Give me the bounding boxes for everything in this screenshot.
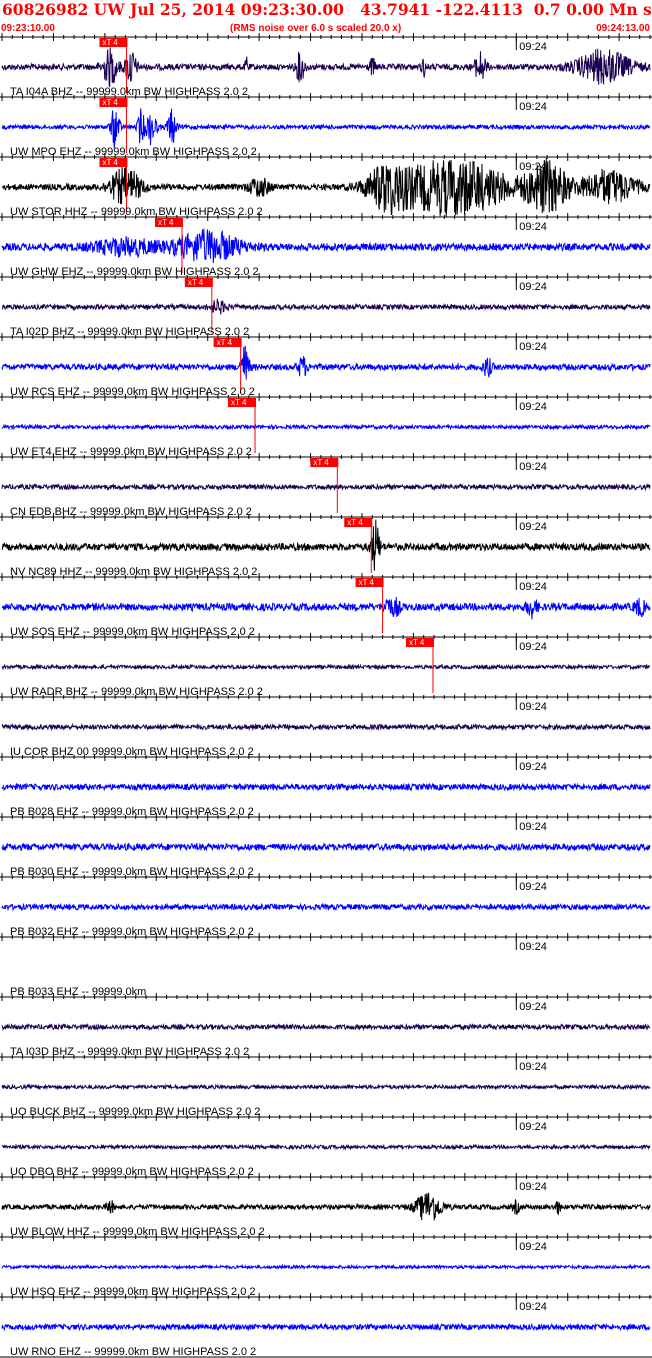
station-label: CN EDB BHZ -- 99999.0km BW HIGHPASS 2.0 … (10, 506, 252, 518)
trace-1: 09:24 xT 4 UW MPO EHZ -- 99999.0km BW HIGH… (0, 93, 652, 158)
trace-14: 09:24 PB B032 EHZ -- 99999.0km BW HIGHPAS… (0, 873, 652, 938)
trace-9: 09:24xT 4UW SOS EHZ -- 99999.0km BW HIGH… (0, 573, 652, 638)
minute-marker-label: 09:24 (519, 821, 547, 833)
station-label: UW STOR HHZ -- 99999.0km BW HIGHPASS 2.0… (10, 206, 263, 218)
trace-18: 09:24 UO DBO BHZ -- 99999.0km BW HIGHPASS… (0, 1113, 652, 1178)
waveform (1, 345, 651, 380)
minute-marker-label: 09:24 (519, 521, 547, 533)
minute-marker-label: 09:24 (519, 1121, 547, 1133)
trace-21: 09:24 UW RNO EHZ -- 99999.0km BW HIGHPASS… (0, 1293, 652, 1358)
waveform (1, 482, 651, 492)
minute-marker-label: 09:24 (519, 641, 547, 653)
minute-marker-label: 09:24 (519, 101, 547, 113)
minute-marker-label: 09:24 (519, 941, 547, 953)
station-label: UW RNO EHZ -- 99999.0km BW HIGHPASS 2.0 … (10, 1346, 256, 1358)
waveform (1, 841, 651, 853)
trace-5: 09:24xT 4UW RCS EHZ -- 99999.0km BW HIGH… (0, 333, 652, 398)
station-label: IU COR BHZ 00 99999.0km BW HIGHPASS 2.0 … (10, 746, 254, 758)
minute-marker-label: 09:24 (519, 281, 547, 293)
station-label: PB B028 EHZ -- 99999.0km BW HIGHPASS 2.0… (10, 806, 254, 818)
station-label: UW HSO EHZ -- 99999.0km BW HIGHPASS 2.0 … (10, 1286, 256, 1298)
station-label: TA I04A BHZ -- 99999.0km BW HIGHPASS 2.0… (10, 86, 248, 98)
waveform (1, 596, 651, 620)
minute-marker-label: 09:24 (519, 221, 547, 233)
trace-0: 09:24 xT 4 TA I04A BHZ -- 99999.0km BW HIG… (0, 33, 652, 98)
station-label: TA I03D BHZ -- 99999.0km BW HIGHPASS 2.0… (10, 1046, 249, 1058)
trace-15: 09:24PB B033 EHZ -- 99999.0km (0, 933, 652, 998)
minute-marker-label: 09:24 (519, 761, 547, 773)
station-label: UW GHW EHZ -- 99999.0km BW HIGHPASS 2.0 … (10, 266, 259, 278)
pick-label: xT 4 (359, 578, 375, 587)
waveform (1, 108, 651, 149)
minute-marker-label: 09:24 (519, 341, 547, 353)
waveform (1, 1263, 651, 1271)
trace-16: 09:24 TA I03D BHZ -- 99999.0km BW HIGHPAS… (0, 993, 652, 1058)
minute-marker-label: 09:24 (519, 41, 547, 53)
pick-label: xT 4 (102, 38, 118, 47)
pick-label: xT 4 (102, 98, 118, 107)
minute-marker-label: 09:24 (519, 1181, 547, 1193)
waveform (1, 298, 651, 315)
trace-4: 09:24 xT 4 TA I02D BHZ -- 99999.0km BW HIG… (0, 273, 652, 338)
minute-marker-label: 09:24 (519, 1061, 547, 1073)
station-label: NV NC89 HHZ -- 99999.0km BW HIGHPASS 2.0… (10, 566, 257, 578)
minute-marker-label: 09:24 (519, 881, 547, 893)
waveform (1, 519, 651, 571)
trace-7: 09:24 xT 4 CN EDB BHZ -- 99999.0km BW HIGH… (0, 453, 652, 518)
waveform (1, 902, 651, 912)
minute-marker-label: 09:24 (519, 461, 547, 473)
pick-label: xT 4 (158, 218, 174, 227)
pick-label: xT 4 (409, 638, 425, 647)
waveform (1, 1322, 651, 1332)
trace-20: 09:24 UW HSO EHZ -- 99999.0km BW HIGHPASS… (0, 1233, 652, 1298)
minute-marker-label: 09:24 (519, 1301, 547, 1313)
trace-11: 09:24 IU COR BHZ 00 99999.0km BW HIGHPASS… (0, 693, 652, 758)
station-label: UO BUCK BHZ -- 99999.0km BW HIGHPASS 2.0… (10, 1106, 260, 1118)
station-label: PB B030 EHZ -- 99999.0km BW HIGHPASS 2.0… (10, 866, 254, 878)
pick-label: xT 4 (217, 338, 233, 347)
trace-10: 09:24 xT 4 UW RADR BHZ -- 99999.0km BW HIG… (0, 633, 652, 698)
pick-label: xT 4 (231, 398, 247, 407)
trace-19: 09:24 UW BLOW HHZ -- 99999.0km BW HIGHPAS… (0, 1173, 652, 1238)
pick-label: xT 4 (102, 158, 118, 167)
pick-label: xT 4 (188, 278, 204, 287)
waveform (1, 782, 651, 792)
waveform (1, 663, 651, 671)
trace-2: 09:24xT 4UW STOR HHZ -- 99999.0km BW HIG… (0, 153, 652, 218)
seismogram-plot: 09:24xT 4TA I04A BHZ -- 99999.0km BW HIG… (0, 33, 652, 1358)
station-label: PB B032 EHZ -- 99999.0km BW HIGHPASS 2.0… (10, 926, 254, 938)
waveform (1, 1083, 651, 1091)
pick-label: xT 4 (313, 458, 329, 467)
trace-8: 09:24 xT 4 NV NC89 HHZ -- 99999.0km BW HIG… (0, 513, 652, 578)
waveform (1, 423, 651, 431)
minute-marker-label: 09:24 (519, 581, 547, 593)
station-label: TA I02D BHZ -- 99999.0km BW HIGHPASS 2.0… (10, 326, 249, 338)
waveform (1, 47, 651, 88)
pick-label: xT 4 (347, 518, 363, 527)
trace-17: 09:24 UO BUCK BHZ -- 99999.0km BW HIGHPAS… (0, 1053, 652, 1118)
trace-12: 09:24 PB B028 EHZ -- 99999.0km BW HIGHPAS… (0, 753, 652, 818)
station-label: UW MPO EHZ -- 99999.0km BW HIGHPASS 2.0 … (10, 146, 257, 158)
station-label: UW RADR BHZ -- 99999.0km BW HIGHPASS 2.0… (10, 686, 263, 698)
trace-13: 09:24 PB B030 EHZ -- 99999.0km BW HIGHPAS… (0, 813, 652, 878)
waveform (1, 1143, 651, 1151)
trace-6: 09:24 xT 4 UW ET4 EHZ -- 99999.0km BW HIGH… (0, 393, 652, 458)
waveform (1, 722, 651, 732)
minute-marker-label: 09:24 (519, 701, 547, 713)
station-label: UW ET4 EHZ -- 99999.0km BW HIGHPASS 2.0 … (10, 446, 252, 458)
minute-marker-label: 09:24 (519, 1001, 547, 1013)
minute-marker-label: 09:24 (519, 1241, 547, 1253)
waveform (1, 1022, 651, 1032)
minute-marker-label: 09:24 (519, 401, 547, 413)
trace-3: 09:24 xT 4 UW GHW EHZ -- 99999.0km BW HIGH… (0, 213, 652, 278)
station-label: UW BLOW HHZ -- 99999.0km BW HIGHPASS 2.0… (10, 1226, 265, 1238)
waveform (1, 1192, 651, 1221)
waveform (1, 228, 651, 264)
station-label: UO DBO BHZ -- 99999.0km BW HIGHPASS 2.0 … (10, 1166, 254, 1178)
